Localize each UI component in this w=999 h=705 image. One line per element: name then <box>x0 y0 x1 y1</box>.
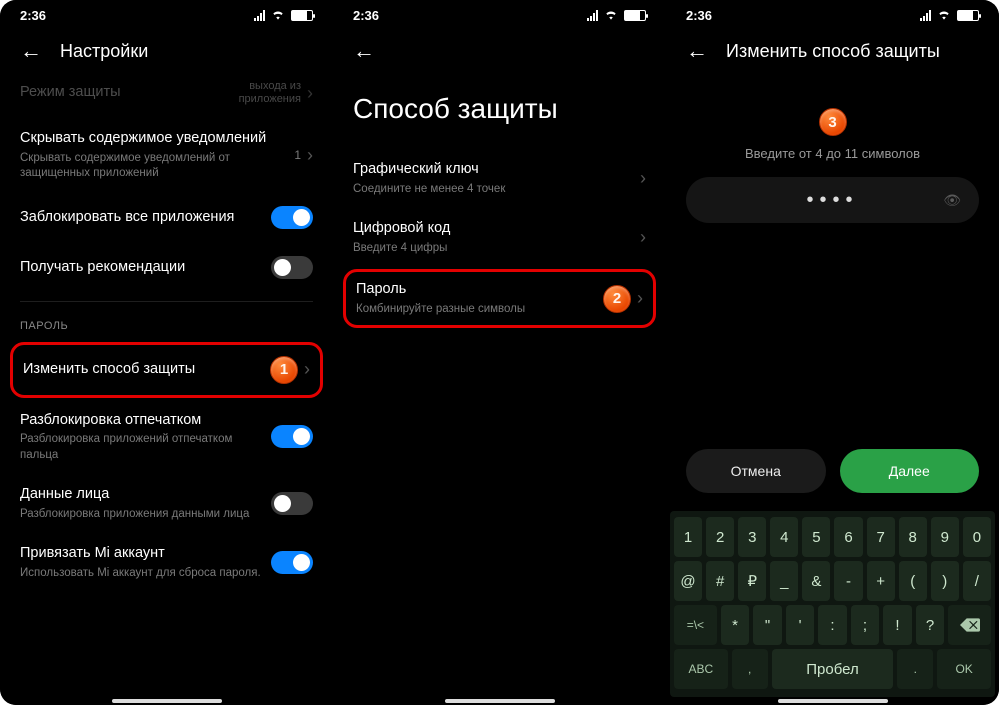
key-=\<[interactable]: =\< <box>674 605 717 645</box>
signal-icon <box>587 10 598 21</box>
key-)[interactable]: ) <box>931 561 959 601</box>
back-button[interactable]: ← <box>686 40 708 62</box>
screen-settings: 2:36 ← Настройки Режим защиты выхода из … <box>0 0 333 705</box>
row-face-data[interactable]: Данные лица Разблокировка приложения дан… <box>0 474 333 533</box>
key-+[interactable]: + <box>867 561 895 601</box>
key-'[interactable]: ' <box>786 605 815 645</box>
key-.[interactable]: . <box>897 649 933 689</box>
status-bar: 2:36 <box>333 0 666 30</box>
home-indicator[interactable] <box>112 699 222 703</box>
toggle-lock-all[interactable] <box>271 206 313 229</box>
toggle-recommendations[interactable] <box>271 256 313 279</box>
row-protection-mode[interactable]: Режим защиты выхода из приложения › <box>0 68 333 118</box>
password-input[interactable]: •••• 👁 <box>686 177 979 223</box>
status-bar: 2:36 <box>666 0 999 30</box>
row-mi-account[interactable]: Привязать Mi аккаунт Использовать Mi акк… <box>0 533 333 592</box>
screen-change-method: 2:36 ← Изменить способ защиты 3 Введите … <box>666 0 999 705</box>
key-9[interactable]: 9 <box>931 517 959 557</box>
row-lock-all-apps[interactable]: Заблокировать все приложения <box>0 193 333 243</box>
home-indicator[interactable] <box>778 699 888 703</box>
key--[interactable]: - <box>834 561 862 601</box>
battery-icon <box>291 10 313 21</box>
step-badge-2: 2 <box>603 285 631 313</box>
key-0[interactable]: 0 <box>963 517 991 557</box>
signal-icon <box>920 10 931 21</box>
key-*[interactable]: * <box>721 605 750 645</box>
chevron-right-icon: › <box>634 227 646 248</box>
key-/[interactable]: / <box>963 561 991 601</box>
toggle-fingerprint[interactable] <box>271 425 313 448</box>
key-;[interactable]: ; <box>851 605 880 645</box>
chevron-right-icon: › <box>301 145 313 166</box>
key-8[interactable]: 8 <box>899 517 927 557</box>
back-button[interactable]: ← <box>353 38 375 63</box>
password-hint: Введите от 4 до 11 символов <box>666 146 999 161</box>
row-pin[interactable]: Цифровой код Введите 4 цифры › <box>333 208 666 267</box>
chevron-right-icon: › <box>301 83 313 104</box>
key-?[interactable]: ? <box>916 605 945 645</box>
key-:[interactable]: : <box>818 605 847 645</box>
key-@[interactable]: @ <box>674 561 702 601</box>
next-button[interactable]: Далее <box>840 449 980 493</box>
row-change-protection-method[interactable]: Изменить способ защиты 1 › <box>10 342 323 398</box>
cancel-button[interactable]: Отмена <box>686 449 826 493</box>
key-([interactable]: ( <box>899 561 927 601</box>
step-badge-1: 1 <box>270 356 298 384</box>
key-₽[interactable]: ₽ <box>738 561 766 601</box>
signal-icon <box>254 10 265 21</box>
section-password-label: ПАРОЛЬ <box>0 302 333 340</box>
password-dots: •••• <box>806 189 858 212</box>
wifi-icon <box>604 10 618 20</box>
eye-icon[interactable]: 👁 <box>943 192 961 209</box>
screen-protection-method: 2:36 ← Способ защиты Графический ключ Со… <box>333 0 666 705</box>
row-hide-notifications[interactable]: Скрывать содержимое уведомлений Скрывать… <box>0 118 333 193</box>
status-time: 2:36 <box>353 8 379 23</box>
status-time: 2:36 <box>20 8 46 23</box>
page-title: Способ защиты <box>333 63 666 149</box>
row-recommendations[interactable]: Получать рекомендации <box>0 243 333 293</box>
key-backspace[interactable] <box>948 605 991 645</box>
key-_[interactable]: _ <box>770 561 798 601</box>
key-![interactable]: ! <box>883 605 912 645</box>
row-password[interactable]: Пароль Комбинируйте разные символы 2 › <box>343 269 656 328</box>
chevron-right-icon: › <box>298 359 310 380</box>
status-time: 2:36 <box>686 8 712 23</box>
key-"[interactable]: " <box>753 605 782 645</box>
key-ok[interactable]: OK <box>937 649 991 689</box>
keyboard: 1234567890 @#₽_&-+()/ =\<*"':;!? ABC,Про… <box>670 511 995 697</box>
battery-icon <box>624 10 646 21</box>
wifi-icon <box>937 10 951 20</box>
key-abc[interactable]: ABC <box>674 649 728 689</box>
key-пробел[interactable]: Пробел <box>772 649 894 689</box>
key-&[interactable]: & <box>802 561 830 601</box>
key-2[interactable]: 2 <box>706 517 734 557</box>
chevron-right-icon: › <box>631 288 643 309</box>
toggle-face[interactable] <box>271 492 313 515</box>
key-4[interactable]: 4 <box>770 517 798 557</box>
key-6[interactable]: 6 <box>834 517 862 557</box>
page-title: Настройки <box>60 41 148 62</box>
row-pattern[interactable]: Графический ключ Соедините не менее 4 то… <box>333 149 666 208</box>
row-fingerprint-unlock[interactable]: Разблокировка отпечатком Разблокировка п… <box>0 400 333 475</box>
status-bar: 2:36 <box>0 0 333 30</box>
home-indicator[interactable] <box>445 699 555 703</box>
battery-icon <box>957 10 979 21</box>
key-3[interactable]: 3 <box>738 517 766 557</box>
chevron-right-icon: › <box>634 168 646 189</box>
key-7[interactable]: 7 <box>867 517 895 557</box>
key-#[interactable]: # <box>706 561 734 601</box>
step-badge-3: 3 <box>819 108 847 136</box>
toggle-mi-account[interactable] <box>271 551 313 574</box>
page-title: Изменить способ защиты <box>726 41 940 62</box>
key-1[interactable]: 1 <box>674 517 702 557</box>
back-button[interactable]: ← <box>20 40 42 62</box>
wifi-icon <box>271 10 285 20</box>
key-5[interactable]: 5 <box>802 517 830 557</box>
key-,[interactable]: , <box>732 649 768 689</box>
